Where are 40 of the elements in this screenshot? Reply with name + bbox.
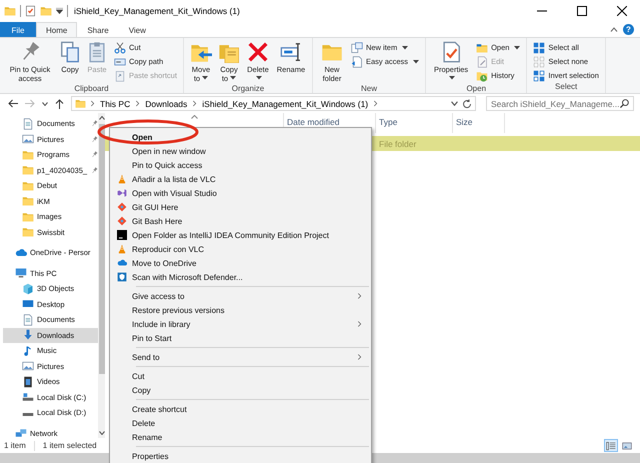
menu-item[interactable]: Añadir a la lista de VLC [110, 172, 371, 186]
ribbon-tab[interactable]: Share [77, 22, 119, 37]
selection-count: 1 item selected [42, 441, 97, 450]
group-label: New [360, 84, 378, 93]
menu-item[interactable]: Pin to Quick access [110, 158, 371, 172]
menu-item[interactable]: Cut [110, 369, 371, 383]
menu-item[interactable]: Reproducir con VLC [110, 242, 371, 256]
menu-item[interactable]: Move to OneDrive [110, 256, 371, 270]
menu-item[interactable]: Properties [110, 449, 371, 463]
breadcrumb[interactable]: This PC [99, 98, 132, 108]
group-label: Select [554, 82, 578, 93]
menu-item[interactable]: Copy [110, 383, 371, 397]
search-field[interactable]: Search iShield_Key_Manageme... [486, 96, 634, 111]
ribbon-tab[interactable]: Home [36, 22, 78, 37]
menu-item[interactable]: Rename [110, 430, 371, 444]
item-count: 1 item [4, 441, 26, 450]
ribbon-tab[interactable]: File [0, 22, 36, 37]
group-label: Open [465, 84, 488, 93]
window-title: iShield_Key_Management_Kit_Windows (1) [73, 6, 240, 16]
menu-item[interactable]: Git GUI Here [110, 200, 371, 214]
column-header[interactable]: Type [376, 113, 453, 133]
menu-item[interactable]: Include in library [110, 317, 371, 331]
menu-item[interactable]: Open Folder as IntelliJ IDEA Community Edition Project [110, 228, 371, 242]
menu-item[interactable]: Git Bash Here [110, 214, 371, 228]
breadcrumb[interactable]: iShield_Key_Management_Kit_Windows (1) [201, 98, 370, 108]
menu-item[interactable]: Scan with Microsoft Defender... [110, 270, 371, 284]
menu-item[interactable]: Open with Visual Studio [110, 186, 371, 200]
menu-item[interactable]: Send to [110, 350, 371, 364]
menu-item[interactable]: Pin to Start [110, 331, 371, 345]
ribbon-tab[interactable]: View [118, 22, 156, 37]
breadcrumb[interactable]: Downloads [144, 98, 188, 108]
menu-item[interactable]: Give access to [110, 289, 371, 303]
help-button[interactable]: ? [623, 24, 634, 35]
group-label: Organize [230, 84, 266, 93]
address-field[interactable]: This PC Downloads iShield_Key_Management_Kit_Windows (1) [71, 96, 476, 111]
group-label: Clipboard [73, 84, 110, 93]
menu-item[interactable]: Restore previous versions [110, 303, 371, 317]
menu-item[interactable]: Create shortcut [110, 402, 371, 416]
menu-item[interactable]: Delete [110, 416, 371, 430]
column-header[interactable]: Size [453, 113, 505, 133]
